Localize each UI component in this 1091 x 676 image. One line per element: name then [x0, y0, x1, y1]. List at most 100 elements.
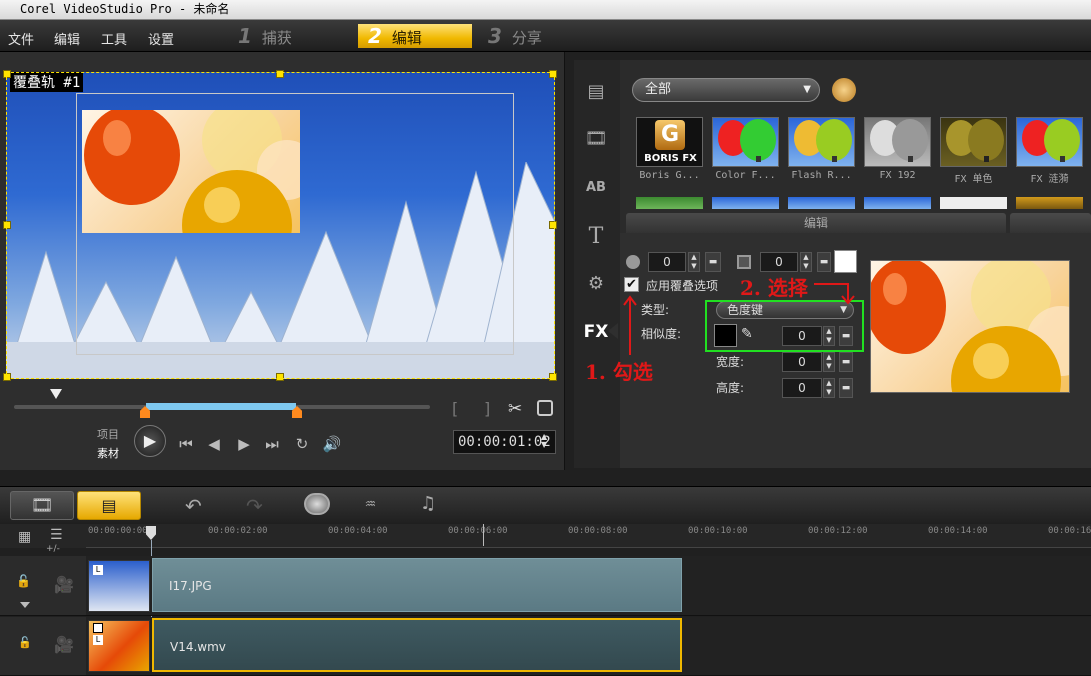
- border-input[interactable]: 0: [760, 252, 798, 272]
- opacity-spinner[interactable]: ▲ ▼: [688, 252, 700, 272]
- chevron-down-icon[interactable]: [20, 602, 30, 608]
- fx-filter-icon[interactable]: FX: [583, 320, 609, 344]
- timeline-view-button[interactable]: ▤: [77, 491, 141, 520]
- filter-thumb-row2[interactable]: [712, 197, 779, 209]
- graphics-icon[interactable]: ⚙: [583, 272, 609, 296]
- scissors-icon[interactable]: ✂: [508, 399, 522, 419]
- redo-icon[interactable]: ↷: [246, 494, 263, 518]
- filter-thumb-row2[interactable]: [864, 197, 931, 209]
- browse-folder-icon[interactable]: [832, 78, 856, 102]
- filter-thumb-row2[interactable]: [1016, 197, 1083, 209]
- video-clip[interactable]: V14.wmv: [152, 618, 682, 672]
- title-ab-icon[interactable]: AB: [583, 176, 609, 200]
- filter-caption: FX 单色: [954, 174, 993, 185]
- title-bar: Corel VideoStudio Pro - 未命名: [0, 0, 1091, 20]
- filter-thumb-fx192[interactable]: [864, 117, 931, 167]
- video-clip-thumbnail[interactable]: L: [88, 620, 150, 672]
- text-icon[interactable]: T: [583, 225, 609, 249]
- clip-badge: L: [93, 635, 103, 645]
- transition-icon[interactable]: 🎞: [583, 127, 609, 151]
- previous-frame-icon[interactable]: ◀: [204, 434, 224, 454]
- border-slider-button[interactable]: ▬: [817, 252, 831, 272]
- step-share[interactable]: 3 分享: [488, 24, 602, 48]
- tab-attribute[interactable]: [1010, 213, 1091, 233]
- tab-edit[interactable]: 编辑: [626, 213, 1006, 233]
- mode-project-label[interactable]: 项目: [97, 426, 119, 442]
- balloons-icon: [946, 119, 1004, 162]
- boris-logo-text: BORIS FX: [644, 153, 697, 164]
- ruler-tick: 00:00:02:00: [208, 526, 268, 536]
- height-slider-button[interactable]: ▬: [839, 378, 853, 398]
- undo-icon[interactable]: ↶: [185, 494, 202, 518]
- repeat-icon[interactable]: ↻: [292, 434, 312, 454]
- opacity-input[interactable]: 0: [648, 252, 686, 272]
- apply-overlay-checkbox[interactable]: ✔: [624, 277, 639, 292]
- height-spinner[interactable]: ▲ ▼: [823, 378, 835, 398]
- end-icon[interactable]: ⏭: [262, 434, 282, 454]
- auto-music-icon[interactable]: ♫: [420, 493, 436, 514]
- zoom-control[interactable]: +/-: [46, 544, 60, 554]
- menu-settings[interactable]: 设置: [148, 29, 174, 48]
- filter-thumb-color[interactable]: [712, 117, 779, 167]
- overlay-clip-thumbnail[interactable]: L: [88, 560, 150, 612]
- filter-thumb-ripple[interactable]: [1016, 117, 1083, 167]
- width-input[interactable]: 0: [782, 352, 822, 372]
- filter-thumb-row2[interactable]: [636, 197, 703, 209]
- border-color-swatch[interactable]: [834, 250, 857, 273]
- media-library-icon[interactable]: ▤: [583, 80, 609, 104]
- filter-thumb-flash[interactable]: [788, 117, 855, 167]
- enlarge-icon[interactable]: [537, 400, 553, 416]
- play-button[interactable]: ▶: [134, 425, 166, 457]
- width-spinner[interactable]: ▲ ▼: [823, 352, 835, 372]
- balloons-icon: [1022, 119, 1080, 162]
- balloons-icon: [718, 119, 776, 162]
- step-edit[interactable]: 2 编辑: [358, 24, 472, 48]
- overlay-track-icon: 🎥: [54, 575, 74, 594]
- next-frame-icon[interactable]: ▶: [234, 434, 254, 454]
- annotation-arrow-icon: [623, 295, 637, 355]
- category-dropdown[interactable]: 全部 ▼: [632, 78, 820, 102]
- audio-mixer-icon[interactable]: ♒: [365, 493, 376, 514]
- filter-thumb-boris[interactable]: G BORIS FX: [636, 117, 703, 167]
- height-input[interactable]: 0: [782, 378, 822, 398]
- border-spinner[interactable]: ▲ ▼: [800, 252, 812, 272]
- video-clip-name: V14.wmv: [170, 640, 226, 654]
- timeline-icon: ▤: [101, 496, 117, 515]
- overlay-selection-frame[interactable]: [6, 72, 555, 379]
- timecode-spinner[interactable]: ▲ ▼: [541, 433, 547, 449]
- filter-thumb-mono[interactable]: [940, 117, 1007, 167]
- filter-thumb-row2[interactable]: [788, 197, 855, 209]
- track-lock-icon[interactable]: 🔓: [18, 636, 32, 649]
- mark-out-button[interactable]: ]: [484, 399, 490, 418]
- ruler-tick: 00:00:04:00: [328, 526, 388, 536]
- menu-file[interactable]: 文件: [8, 29, 34, 48]
- step-number: 1: [238, 24, 252, 48]
- film-icon: 🎞: [30, 495, 54, 516]
- storyboard-view-button[interactable]: 🎞: [10, 491, 74, 520]
- overlay-clip[interactable]: I17.JPG: [152, 558, 682, 612]
- step-label: 捕获: [261, 29, 292, 47]
- opacity-slider-button[interactable]: ▬: [705, 252, 721, 272]
- chapter-menu-icon[interactable]: ☰: [50, 527, 63, 543]
- border-value: 0: [775, 255, 783, 269]
- volume-icon[interactable]: 🔊: [322, 434, 342, 454]
- track-manager-icon[interactable]: ▦: [18, 529, 31, 545]
- mode-clip-label[interactable]: 素材: [97, 445, 119, 461]
- video-track-icon: 🎥: [54, 635, 74, 654]
- menu-edit[interactable]: 编辑: [54, 29, 80, 48]
- panel-pointer: [608, 323, 618, 339]
- step-number: 3: [488, 24, 502, 48]
- step-capture[interactable]: 1 捕获: [238, 24, 352, 48]
- balloons-icon: [794, 119, 852, 162]
- track-lock-icon[interactable]: 🔓: [16, 574, 31, 588]
- ruler-tick: 00:00:14:00: [928, 526, 988, 536]
- filter-thumb-row2[interactable]: [940, 197, 1007, 209]
- boris-logo: G: [655, 120, 685, 150]
- playhead-marker[interactable]: [50, 389, 62, 399]
- record-capture-icon[interactable]: [304, 493, 330, 515]
- width-slider-button[interactable]: ▬: [839, 352, 853, 372]
- mark-in-button[interactable]: [: [452, 399, 458, 418]
- menu-tools[interactable]: 工具: [101, 29, 127, 48]
- annotation-step2: 2. 选择: [740, 276, 808, 300]
- home-icon[interactable]: ⏮: [176, 434, 196, 454]
